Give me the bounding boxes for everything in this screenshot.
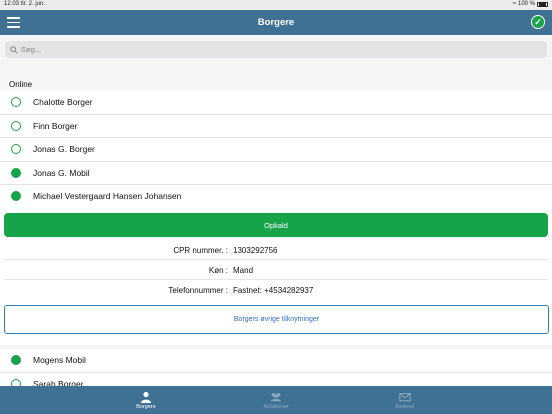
relations-button[interactable]: Borgers øvrige tilknytninger [4,305,549,334]
offline-status-icon [11,97,21,108]
list-item[interactable]: Finn Borger [0,114,552,138]
gender-label: Køn : [208,266,228,275]
search-input[interactable] [21,45,521,54]
group-icon [270,393,282,402]
cpr-row: CPR nummer. : 1303292756 [4,241,548,260]
list-item[interactable]: Jonas G. Borger [0,138,552,162]
citizen-name: Jonas G. Mobil [33,167,90,178]
list-item[interactable]: Michael Vestergaard Hansen Johansen [0,185,552,209]
online-status-icon [11,191,21,202]
citizen-name: Michael Vestergaard Hansen Johansen [33,191,182,202]
offline-status-icon [11,378,21,386]
online-status-icon [11,167,21,178]
citizen-name: Finn Borger [33,120,78,131]
citizen-name: Sarah Borger [33,378,84,386]
checkmark-icon[interactable]: ✓ [531,15,545,29]
list-item[interactable]: Mogens Mobil [0,349,552,373]
call-button[interactable]: Opkald [4,213,548,237]
citizen-name: Jonas G. Borger [33,144,95,155]
cpr-label: CPR nummer. : [173,246,228,255]
status-time-date: 12.03 tir. 2. jun. [4,1,46,7]
gender-row: Køn : Mand [4,261,548,280]
page-title: Borgere [257,17,295,28]
phone-row: Telefonnummer : Fastnet: +4534282937 [4,281,548,300]
cpr-value: 1303292756 [233,246,278,255]
phone-label: Telefonnummer : [168,286,228,295]
nav-bar: Borgere ✓ [0,10,552,35]
citizen-details: Opkald CPR nummer. : 1303292756 Køn : Ma… [0,208,552,345]
tab-relationer[interactable]: Relationer [246,386,306,414]
main-content: Online Chalotte Borger Finn Borger Jonas G… [0,35,552,386]
tab-besked[interactable]: Besked [375,386,435,414]
list-item[interactable]: Jonas G. Mobil [0,161,552,185]
offline-status-icon [11,120,21,131]
envelope-icon [399,393,411,402]
battery-percent: 100 % [517,1,535,7]
search-icon [10,45,18,54]
search-bar[interactable] [5,41,547,58]
tab-label: Borgere [136,404,156,410]
online-status-icon [11,355,21,366]
list-item[interactable]: Chalotte Borger [0,91,552,115]
citizen-name: Chalotte Borger [33,97,93,108]
status-bar: 12.03 tir. 2. jun. ≈ 100 % [0,0,552,10]
phone-value: Fastnet: +4534282937 [233,286,314,295]
tab-label: Relationer [263,404,289,410]
tab-label: Besked [395,404,415,410]
citizen-list-continued: Mogens Mobil Sarah Borger [0,349,552,386]
offline-status-icon [11,144,21,155]
tab-bar: Borgere Relationer Besked [0,386,552,414]
wifi-icon: ≈ [512,1,516,7]
status-right: ≈ 100 % [513,1,548,7]
list-item[interactable]: Sarah Borger [0,372,552,386]
gender-value: Mand [233,266,254,275]
tab-borgere[interactable]: Borgere [116,386,176,414]
battery-icon [537,1,548,7]
person-icon [141,391,151,403]
section-header-online: Online [9,80,33,89]
citizen-name: Mogens Mobil [33,355,86,366]
citizen-list: Chalotte Borger Finn Borger Jonas G. Borge… [0,91,552,209]
